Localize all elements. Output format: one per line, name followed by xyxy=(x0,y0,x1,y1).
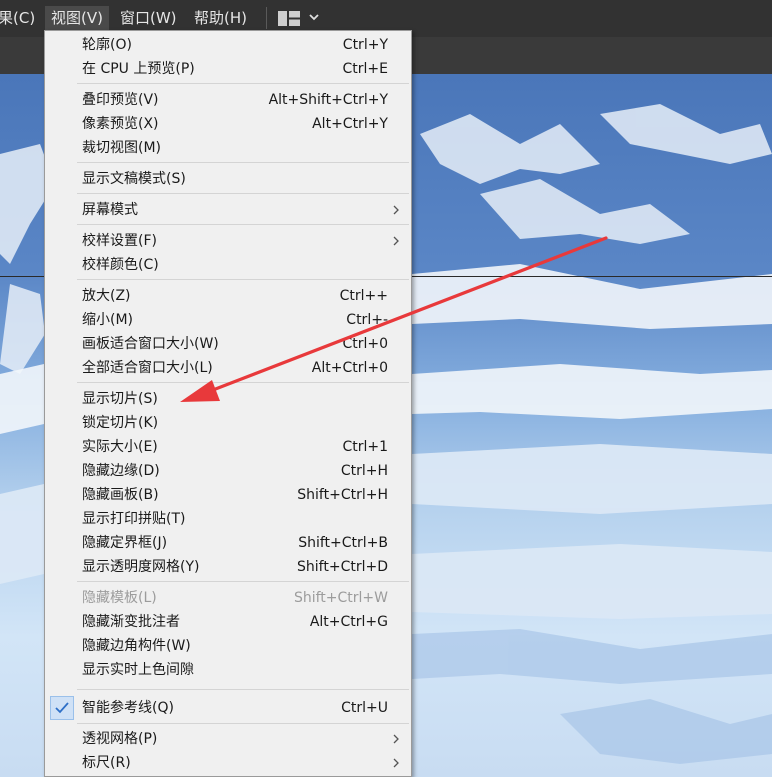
menu-item-label: 隐藏边角构件(W) xyxy=(82,638,191,654)
menu-item-shortcut: Ctrl+H xyxy=(340,463,388,479)
menu-item-actual-size[interactable]: 实际大小(E) Ctrl+1 xyxy=(46,435,410,459)
menu-item-shortcut: Ctrl+- xyxy=(346,312,388,328)
menu-item-presentation-mode[interactable]: 显示文稿模式(S) xyxy=(46,167,410,191)
menu-item-cpu-preview[interactable]: 在 CPU 上预览(P) Ctrl+E xyxy=(46,57,410,81)
menu-item-smart-guides[interactable]: 智能参考线(Q) Ctrl+U xyxy=(46,696,410,720)
menu-item-shortcut: Shift+Ctrl+D xyxy=(297,559,388,575)
menu-item-proof-colors[interactable]: 校样颜色(C) xyxy=(46,253,410,277)
menu-item-show-slices[interactable]: 显示切片(S) xyxy=(46,387,410,411)
menu-item-shortcut: Shift+Ctrl+H xyxy=(297,487,388,503)
menubar-separator xyxy=(266,7,267,29)
menu-item-screen-mode[interactable]: 屏幕模式 xyxy=(46,198,410,222)
menu-item-zoom-in[interactable]: 放大(Z) Ctrl++ xyxy=(46,284,410,308)
menu-item-shortcut: Shift+Ctrl+W xyxy=(293,590,388,606)
menu-separator xyxy=(77,279,409,280)
menu-separator xyxy=(77,723,409,724)
menu-item-show-live-paint-gaps[interactable]: 显示实时上色间隙 xyxy=(46,658,410,682)
chevron-right-icon xyxy=(393,758,399,768)
menu-separator xyxy=(77,83,409,84)
menu-item-shortcut: Ctrl+E xyxy=(342,61,389,77)
menu-separator xyxy=(77,224,409,225)
menu-separator xyxy=(77,193,409,194)
menu-item-label: 隐藏边缘(D) xyxy=(82,463,160,479)
menu-item-label: 显示实时上色间隙 xyxy=(82,662,194,678)
menu-item-label: 实际大小(E) xyxy=(82,439,158,455)
menu-item-hide-gradient-annotator[interactable]: 隐藏渐变批注者 Alt+Ctrl+G xyxy=(46,610,410,634)
menu-item-shortcut: Ctrl+U xyxy=(341,700,388,716)
menu-item-label: 隐藏模板(L) xyxy=(82,590,157,606)
menu-item-label: 智能参考线(Q) xyxy=(82,700,174,716)
menubar-item-effect[interactable]: 果(C) xyxy=(0,6,41,30)
menu-item-rulers[interactable]: 标尺(R) xyxy=(46,751,410,775)
menu-item-shortcut: Ctrl+Y xyxy=(342,37,388,53)
chevron-right-icon xyxy=(393,734,399,744)
menu-item-shortcut: Shift+Ctrl+B xyxy=(298,535,388,551)
menu-item-label: 校样颜色(C) xyxy=(82,257,159,273)
chevron-right-icon xyxy=(393,205,399,215)
menu-item-label: 隐藏画板(B) xyxy=(82,487,159,503)
menu-item-fit-artboard[interactable]: 画板适合窗口大小(W) Ctrl+0 xyxy=(46,332,410,356)
check-highlight xyxy=(50,696,74,720)
menu-item-shortcut: Alt+Ctrl+G xyxy=(309,614,388,630)
menu-item-label: 隐藏渐变批注者 xyxy=(82,614,180,630)
menu-item-label: 校样设置(F) xyxy=(82,233,157,249)
menu-item-shortcut: Alt+Ctrl+0 xyxy=(311,360,388,376)
menu-item-shortcut: Ctrl+0 xyxy=(342,336,388,352)
menu-item-lock-slices[interactable]: 锁定切片(K) xyxy=(46,411,410,435)
menu-item-label: 透视网格(P) xyxy=(82,731,158,747)
menu-item-label: 叠印预览(V) xyxy=(82,92,159,108)
menu-item-shortcut: Ctrl+1 xyxy=(342,439,388,455)
checkmark-icon xyxy=(55,702,69,714)
menu-item-zoom-out[interactable]: 缩小(M) Ctrl+- xyxy=(46,308,410,332)
menu-item-overprint-preview[interactable]: 叠印预览(V) Alt+Shift+Ctrl+Y xyxy=(46,88,410,112)
menu-item-label: 轮廓(O) xyxy=(82,37,132,53)
chevron-down-icon[interactable] xyxy=(308,11,320,23)
menubar-item-help[interactable]: 帮助(H) xyxy=(188,6,253,30)
menu-item-hide-edges[interactable]: 隐藏边缘(D) Ctrl+H xyxy=(46,459,410,483)
menu-item-label: 裁切视图(M) xyxy=(82,140,162,156)
menu-separator xyxy=(77,581,409,582)
menu-item-label: 全部适合窗口大小(L) xyxy=(82,360,213,376)
menubar-item-window[interactable]: 窗口(W) xyxy=(114,6,183,30)
view-menu-dropdown: 轮廓(O) Ctrl+Y 在 CPU 上预览(P) Ctrl+E 叠印预览(V)… xyxy=(44,30,412,777)
menu-item-label: 画板适合窗口大小(W) xyxy=(82,336,219,352)
menu-item-pixel-preview[interactable]: 像素预览(X) Alt+Ctrl+Y xyxy=(46,112,410,136)
menu-item-fit-all[interactable]: 全部适合窗口大小(L) Alt+Ctrl+0 xyxy=(46,356,410,380)
menu-item-outline[interactable]: 轮廓(O) Ctrl+Y xyxy=(46,33,410,57)
menu-item-label: 屏幕模式 xyxy=(82,202,138,218)
menu-item-label: 显示透明度网格(Y) xyxy=(82,559,200,575)
menu-item-label: 在 CPU 上预览(P) xyxy=(82,61,195,77)
menu-item-hide-template: 隐藏模板(L) Shift+Ctrl+W xyxy=(46,586,410,610)
menu-item-label: 锁定切片(K) xyxy=(82,415,159,431)
menu-item-show-print-tiling[interactable]: 显示打印拼贴(T) xyxy=(46,507,410,531)
menu-item-shortcut: Alt+Ctrl+Y xyxy=(312,116,388,132)
menu-item-hide-bounding-box[interactable]: 隐藏定界框(J) Shift+Ctrl+B xyxy=(46,531,410,555)
menu-item-perspective-grid[interactable]: 透视网格(P) xyxy=(46,727,410,751)
menu-item-label: 显示打印拼贴(T) xyxy=(82,511,186,527)
chevron-right-icon xyxy=(393,236,399,246)
menu-item-show-transparency-grid[interactable]: 显示透明度网格(Y) Shift+Ctrl+D xyxy=(46,555,410,579)
layout-grid-icon[interactable] xyxy=(278,11,300,26)
menu-separator xyxy=(77,689,409,690)
menu-item-hide-corner-widget[interactable]: 隐藏边角构件(W) xyxy=(46,634,410,658)
menu-item-label: 显示文稿模式(S) xyxy=(82,171,186,187)
menu-item-label: 标尺(R) xyxy=(82,755,131,771)
menu-item-shortcut: Ctrl++ xyxy=(339,288,388,304)
menu-item-label: 像素预览(X) xyxy=(82,116,159,132)
menu-item-label: 显示切片(S) xyxy=(82,391,158,407)
menu-item-label: 隐藏定界框(J) xyxy=(82,535,168,551)
menu-item-trim-view[interactable]: 裁切视图(M) xyxy=(46,136,410,160)
menu-separator xyxy=(77,162,409,163)
menu-item-shortcut: Alt+Shift+Ctrl+Y xyxy=(268,92,388,108)
menubar-item-view[interactable]: 视图(V) xyxy=(45,6,109,30)
menu-item-hide-artboards[interactable]: 隐藏画板(B) Shift+Ctrl+H xyxy=(46,483,410,507)
menu-item-label: 缩小(M) xyxy=(82,312,134,328)
menu-item-label: 放大(Z) xyxy=(82,288,131,304)
menu-separator xyxy=(77,382,409,383)
menu-item-proof-setup[interactable]: 校样设置(F) xyxy=(46,229,410,253)
